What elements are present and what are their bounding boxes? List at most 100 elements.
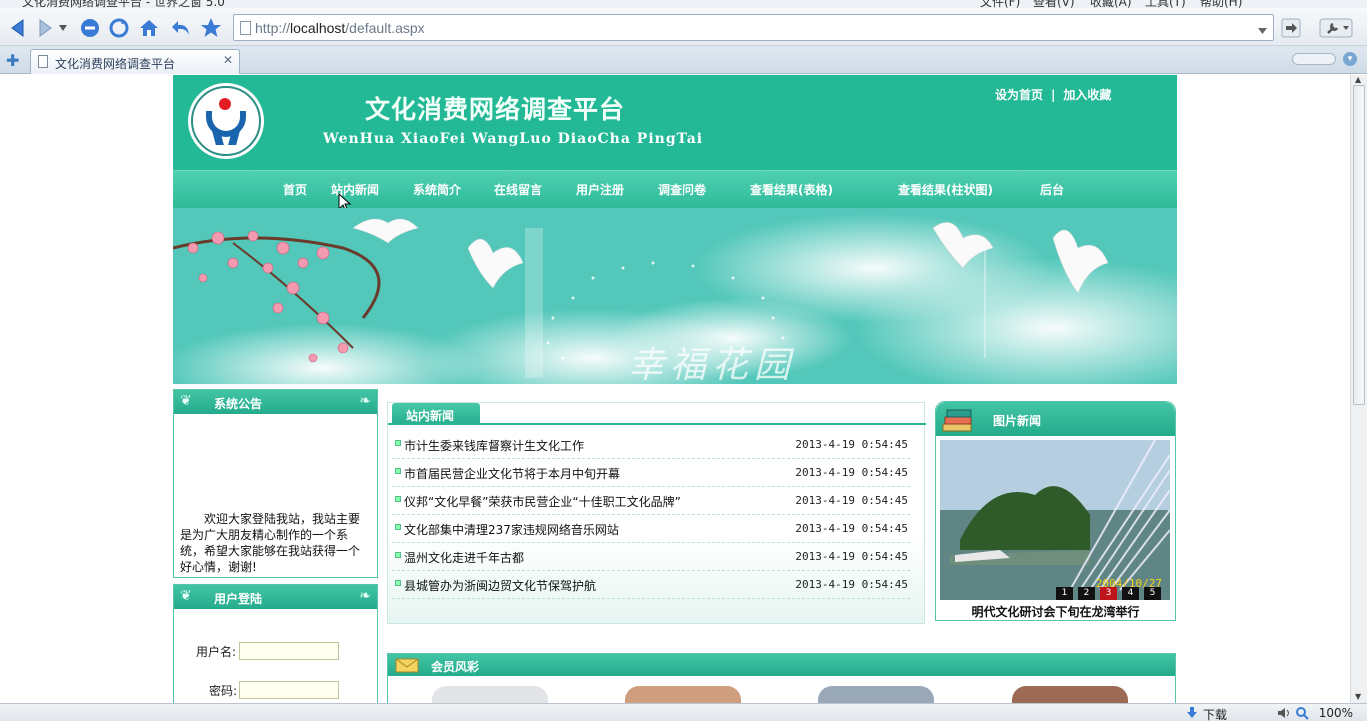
pager-button[interactable]: 5 (1144, 587, 1161, 600)
history-dropdown[interactable] (56, 16, 70, 40)
member-photo[interactable] (1012, 686, 1128, 703)
news-item-title[interactable]: 温州文化走进千年古都 (404, 549, 524, 566)
close-icon[interactable]: ✕ (223, 53, 233, 67)
books-icon (942, 409, 972, 432)
tab-bar: ✚ 文化消费网络调查平台 ✕ ▾ (0, 46, 1367, 74)
volume-icon[interactable] (1277, 706, 1291, 720)
photo-caption[interactable]: 明代文化研讨会下旬在龙湾举行 (936, 603, 1175, 620)
chevron-down-icon (59, 25, 67, 31)
news-item-title[interactable]: 市计生委来钱库督察计生文化工作 (404, 437, 584, 454)
go-arrow-icon (1281, 18, 1301, 38)
bullet-icon (395, 496, 401, 502)
scrollbar-thumb[interactable] (1353, 85, 1365, 405)
login-title: 用户登陆 (214, 592, 263, 606)
undo-close-button[interactable] (169, 16, 193, 40)
username-input[interactable] (239, 642, 339, 660)
web-page: 文化消费网络调查平台 WenHua XiaoFei WangLuo DiaoCh… (0, 75, 1350, 703)
go-button[interactable] (1279, 16, 1303, 40)
member-photo[interactable] (818, 686, 934, 703)
window-title-bar: 文化消费网络调查平台 - 世界之窗 5.0 文件(F) 查看(V) 收藏(A) … (0, 0, 1367, 8)
news-item[interactable]: 县城管办为浙闽边贸文化节保驾护航 2013-4-19 0:54:45 (392, 571, 910, 599)
nav-guestbook[interactable]: 在线留言 (494, 181, 542, 198)
nav-home[interactable]: 首页 (283, 181, 307, 198)
window-title: 文化消费网络调查平台 - 世界之窗 5.0 (22, 0, 225, 8)
pager-button[interactable]: 1 (1056, 587, 1073, 600)
menu-favorites[interactable]: 收藏(A) (1090, 0, 1132, 8)
password-input[interactable] (239, 681, 339, 699)
back-button[interactable] (6, 16, 30, 40)
nav-admin[interactable]: 后台 (1040, 181, 1064, 198)
news-item[interactable]: 文化部集中清理237家违规网络音乐网站 2013-4-19 0:54:45 (392, 515, 910, 543)
bullet-icon (395, 580, 401, 586)
bullet-icon (395, 552, 401, 558)
favorites-button[interactable] (199, 16, 223, 40)
tab-list-toggle[interactable] (1292, 53, 1336, 65)
login-panel: ❦ 用户登陆 ❧ 用户名: 密码: (173, 584, 378, 703)
address-text[interactable]: http://localhost/default.aspx (255, 20, 425, 36)
forward-button[interactable] (33, 16, 57, 40)
news-tab[interactable]: 站内新闻 (392, 403, 480, 425)
tab-label: 文化消费网络调查平台 (55, 57, 176, 71)
ornament-icon: ❧ (359, 393, 371, 409)
pager-button[interactable]: 2 (1078, 587, 1095, 600)
menu-tools[interactable]: 工具(T) (1145, 0, 1186, 8)
nav-register[interactable]: 用户注册 (576, 181, 624, 198)
tab-current[interactable]: 文化消费网络调查平台 ✕ (30, 49, 240, 74)
new-tab-button[interactable]: ✚ (6, 51, 19, 70)
news-item[interactable]: 温州文化走进千年古都 2013-4-19 0:54:45 (392, 543, 910, 571)
scroll-down-arrow-icon[interactable]: ▼ (1355, 692, 1361, 701)
member-panel-header: 会员风彩 (388, 654, 1175, 676)
news-item-date: 2013-4-19 0:54:45 (795, 550, 908, 563)
tools-button[interactable] (1316, 16, 1356, 40)
news-item-title[interactable]: 仪邦“文化早餐”荣获市民营企业“十佳职工文化品牌” (404, 493, 681, 510)
download-icon[interactable] (1185, 706, 1199, 720)
browser-toolbar: http://localhost/default.aspx (0, 8, 1367, 46)
password-label: 密码: (209, 684, 238, 698)
photo-scene (940, 440, 1170, 600)
forward-arrow-icon (39, 19, 52, 37)
nav-system-intro[interactable]: 系统简介 (413, 181, 461, 198)
username-label: 用户名: (196, 645, 237, 659)
address-bar[interactable]: http://localhost/default.aspx (233, 14, 1274, 41)
pager-button[interactable]: 4 (1122, 587, 1139, 600)
zoom-icon[interactable] (1295, 706, 1309, 720)
vertical-scrollbar[interactable]: ▲ ▼ (1350, 75, 1367, 703)
address-dropdown[interactable] (1258, 23, 1267, 37)
news-item[interactable]: 市计生委来钱库督察计生文化工作 2013-4-19 0:54:45 (392, 431, 910, 459)
notice-title: 系统公告 (214, 397, 263, 411)
notice-text: 欢迎大家登陆我站，我站主要是为广大朋友精心制作的一个系统，希望大家能够在我站获得… (180, 512, 361, 574)
news-item-date: 2013-4-19 0:54:45 (795, 466, 908, 479)
back-arrow-icon (11, 19, 24, 37)
menu-file[interactable]: 文件(F) (980, 0, 1020, 8)
download-label[interactable]: 下载 (1203, 706, 1227, 721)
ornament-icon: ❦ (180, 393, 192, 409)
member-panel: 会员风彩 (387, 653, 1176, 703)
refresh-button[interactable] (107, 16, 131, 40)
nav-survey[interactable]: 调查问卷 (658, 181, 706, 198)
set-homepage-link[interactable]: 设为首页 (995, 88, 1043, 102)
member-photo[interactable] (432, 686, 548, 703)
home-icon (140, 20, 158, 36)
site-title: 文化消费网络调查平台 (365, 95, 626, 124)
news-item-title[interactable]: 县城管办为浙闽边贸文化节保驾护航 (404, 577, 596, 594)
news-item[interactable]: 市首届民营企业文化节将于本月中旬开幕 2013-4-19 0:54:45 (392, 459, 910, 487)
news-item-title[interactable]: 文化部集中清理237家违规网络音乐网站 (404, 521, 619, 538)
news-photo[interactable]: 2004/10/27 1 2 3 4 5 (940, 440, 1170, 600)
zoom-level[interactable]: 100% (1319, 706, 1353, 720)
menu-view[interactable]: 查看(V) (1033, 0, 1075, 8)
wrench-icon (1319, 18, 1353, 38)
bullet-icon (395, 468, 401, 474)
home-button[interactable] (137, 16, 161, 40)
member-photo[interactable] (625, 686, 741, 703)
scroll-up-arrow-icon[interactable]: ▲ (1355, 75, 1361, 84)
news-panel: 站内新闻 市计生委来钱库督察计生文化工作 2013-4-19 0:54:45 市首… (387, 402, 926, 624)
news-item-title[interactable]: 市首届民营企业文化节将于本月中旬开幕 (404, 465, 620, 482)
news-item[interactable]: 仪邦“文化早餐”荣获市民营企业“十佳职工文化品牌” 2013-4-19 0:54:… (392, 487, 910, 515)
nav-results-chart[interactable]: 查看结果(柱状图) (898, 181, 993, 198)
nav-results-table[interactable]: 查看结果(表格) (750, 181, 833, 198)
pager-button-active[interactable]: 3 (1100, 587, 1117, 600)
tab-menu-button[interactable]: ▾ (1343, 52, 1357, 66)
menu-help[interactable]: 帮助(H) (1200, 0, 1242, 8)
add-favorite-link[interactable]: 加入收藏 (1063, 88, 1111, 102)
stop-button[interactable] (78, 16, 102, 40)
